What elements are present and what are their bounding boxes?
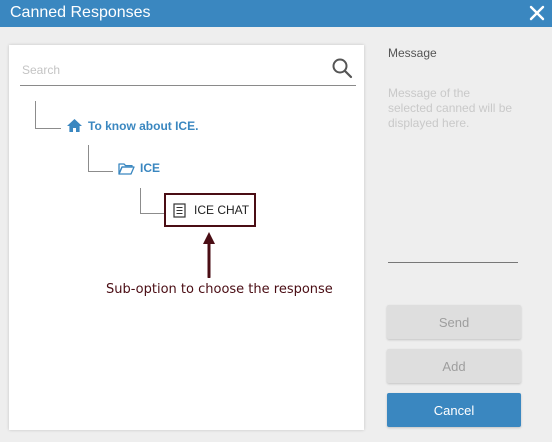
search-icon[interactable] [331, 57, 353, 79]
tree-node-label: ICE CHAT [194, 203, 250, 217]
tree-node-label: To know about ICE. [88, 118, 199, 133]
tree-node-canned-item[interactable]: ICE CHAT [164, 193, 256, 227]
document-icon [173, 202, 186, 218]
send-button[interactable]: Send [387, 305, 521, 339]
home-icon [67, 119, 82, 132]
cancel-button[interactable]: Cancel [387, 393, 521, 427]
title-bar: Canned Responses [0, 0, 552, 27]
search-input[interactable] [20, 55, 356, 86]
message-field[interactable] [388, 86, 518, 263]
folder-open-icon [118, 162, 135, 175]
tree-connector [140, 188, 141, 214]
close-icon[interactable] [526, 2, 548, 24]
tree-connector [88, 171, 113, 172]
tree-connector [140, 213, 164, 214]
tree-node-label: ICE [140, 161, 161, 175]
add-button[interactable]: Add [387, 349, 521, 383]
tree-connector [35, 128, 61, 129]
annotation-text: Sub-option to choose the response [106, 282, 333, 297]
tree-panel [9, 45, 364, 430]
tree-connector [35, 101, 36, 129]
tree-node-folder[interactable]: ICE [118, 161, 160, 175]
dialog-title: Canned Responses [10, 4, 151, 21]
tree-node-root[interactable]: To know about ICE. [66, 118, 198, 133]
message-label: Message [388, 46, 437, 60]
annotation-arrow-icon [203, 232, 215, 278]
tree-connector [88, 145, 89, 172]
